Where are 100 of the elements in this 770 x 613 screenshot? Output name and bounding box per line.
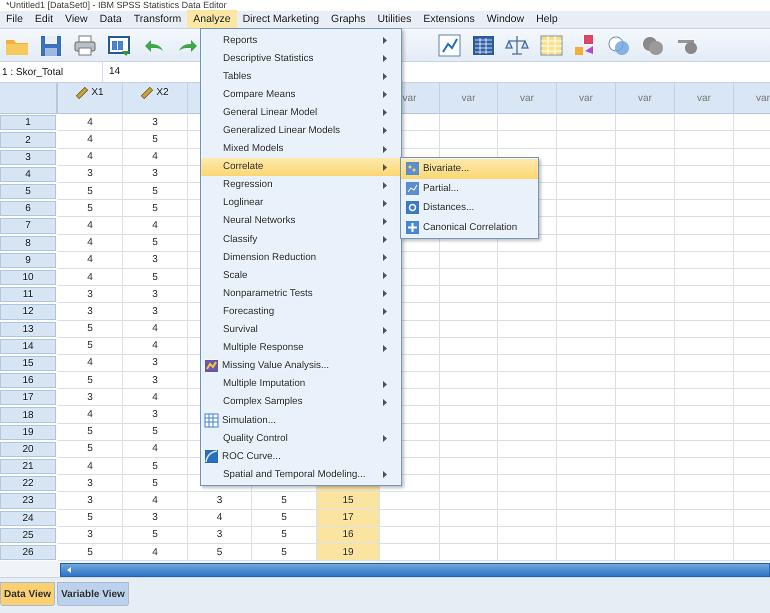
row-number[interactable]: 25	[0, 528, 56, 543]
table-cell	[616, 372, 675, 390]
menu-entry[interactable]: Quality Control	[201, 429, 401, 448]
menu-item[interactable]: Utilities	[371, 10, 418, 28]
menu-entry[interactable]: Descriptive Statistics	[201, 49, 401, 68]
row-number[interactable]: 11	[0, 287, 56, 302]
table-cell: 5	[58, 510, 123, 527]
submenu-arrow-icon	[383, 164, 387, 171]
row-number[interactable]: 26	[0, 544, 56, 560]
table-cell	[675, 234, 734, 252]
column-header[interactable]: var	[557, 83, 616, 114]
row-number[interactable]: 1	[0, 115, 56, 130]
table-cell	[440, 492, 498, 510]
table-cell: 5	[58, 338, 123, 355]
menu-entry[interactable]: Correlate	[201, 158, 401, 176]
row-number[interactable]: 13	[0, 322, 56, 337]
table-cell	[557, 303, 616, 321]
row-number[interactable]: 16	[0, 373, 56, 388]
menu-entry[interactable]: Bivariate...	[401, 159, 538, 179]
menu-entry[interactable]: Missing Value Analysis...	[201, 356, 401, 375]
column-header[interactable]: var	[440, 83, 498, 114]
column-header[interactable]: X2	[123, 83, 188, 114]
row-number[interactable]: 21	[0, 459, 56, 474]
menu-entry[interactable]: Scale	[201, 266, 401, 284]
table-cell: 3	[123, 303, 188, 321]
menu-entry[interactable]: Neural Networks	[201, 212, 401, 230]
column-header[interactable]: var	[616, 83, 675, 114]
column-header[interactable]: var	[675, 83, 734, 114]
menu-entry[interactable]: Complex Samples	[201, 392, 401, 411]
view-tab[interactable]: Variable View	[57, 582, 129, 606]
menu-item[interactable]: Edit	[28, 10, 60, 28]
menu-entry[interactable]: Reports	[201, 31, 401, 50]
menu-item[interactable]: File	[0, 10, 29, 28]
menu-entry[interactable]: Mixed Models	[201, 140, 401, 158]
column-header[interactable]: var	[734, 83, 770, 114]
row-number[interactable]: 7	[0, 218, 56, 234]
menu-item[interactable]: Help	[530, 10, 564, 28]
menu-entry[interactable]: Forecasting	[201, 302, 401, 320]
window-title: *Untitled1 [DataSet0] - IBM SPSS Statistics Data Editor	[5, 0, 227, 10]
menu-entry[interactable]: Multiple Imputation	[201, 374, 401, 393]
menu-entry[interactable]: Partial...	[401, 178, 538, 198]
menu-entry[interactable]: Spatial and Temporal Modeling...	[201, 465, 401, 484]
row-number[interactable]: 14	[0, 338, 56, 354]
menu-entry[interactable]: Classify	[201, 230, 401, 248]
partial-icon	[405, 180, 420, 196]
menu-entry[interactable]: Survival	[201, 320, 401, 339]
menu-item[interactable]: Graphs	[325, 10, 372, 28]
cell-name: 1 : Skor_Total	[1, 66, 64, 78]
row-number[interactable]: 10	[0, 270, 56, 286]
table-cell	[557, 458, 616, 476]
menu-item[interactable]: Extensions	[417, 10, 481, 28]
row-number[interactable]: 5	[0, 184, 56, 200]
menu-entry[interactable]: Tables	[201, 67, 401, 86]
row-number[interactable]: 12	[0, 304, 56, 320]
menu-entry[interactable]: Multiple Response	[201, 338, 401, 357]
table-cell	[675, 458, 734, 476]
menu-entry[interactable]: Simulation...	[201, 410, 401, 430]
table-cell	[557, 424, 616, 441]
cell-value-field[interactable]: 14	[102, 62, 120, 82]
row-number[interactable]: 24	[0, 510, 56, 526]
scroll-left-icon[interactable]	[65, 566, 73, 574]
table-cell: 5	[252, 526, 317, 544]
horizontal-scrollbar[interactable]	[60, 563, 770, 578]
menu-item[interactable]: View	[59, 10, 94, 28]
menu-entry[interactable]: Generalized Linear Models	[201, 121, 401, 140]
row-number[interactable]: 3	[0, 150, 56, 165]
column-header[interactable]: X1	[58, 83, 123, 114]
row-number[interactable]: 22	[0, 476, 56, 492]
view-tab[interactable]: Data View	[0, 582, 56, 606]
row-number[interactable]: 17	[0, 390, 56, 406]
row-number[interactable]: 23	[0, 493, 56, 509]
row-number[interactable]: 9	[0, 252, 56, 268]
row-number[interactable]: 18	[0, 407, 56, 423]
table-cell	[675, 183, 734, 200]
row-number[interactable]: 8	[0, 236, 56, 251]
table-cell: 4	[123, 320, 188, 338]
table-cell: 5	[58, 320, 123, 338]
menu-entry[interactable]: ROC Curve...	[201, 447, 401, 466]
row-number[interactable]: 15	[0, 356, 56, 372]
menu-item[interactable]: Data	[94, 10, 128, 28]
menu-item[interactable]: Analyze	[187, 10, 237, 28]
row-number[interactable]: 20	[0, 442, 56, 458]
chart-icon[interactable]	[436, 32, 462, 58]
menu-entry[interactable]: Nonparametric Tests	[201, 284, 401, 302]
menu-entry[interactable]: Distances...	[401, 198, 538, 218]
menu-item[interactable]: Transform	[128, 10, 188, 28]
row-number[interactable]: 19	[0, 424, 56, 440]
column-header[interactable]: var	[498, 83, 557, 114]
menu-entry[interactable]: Canonical Correlation	[401, 218, 538, 238]
table-cell	[557, 475, 616, 492]
table-cell	[440, 338, 498, 355]
menu-entry[interactable]: Regression	[201, 176, 401, 194]
menu-item[interactable]: Window	[480, 10, 530, 28]
menu-entry[interactable]: Loglinear	[201, 194, 401, 212]
row-number[interactable]: 4	[0, 166, 56, 182]
row-number[interactable]: 2	[0, 132, 56, 148]
menu-entry[interactable]: Dimension Reduction	[201, 248, 401, 266]
menu-item[interactable]: Direct Marketing	[236, 10, 326, 28]
submenu-arrow-icon	[383, 73, 387, 80]
row-number[interactable]: 6	[0, 201, 56, 216]
